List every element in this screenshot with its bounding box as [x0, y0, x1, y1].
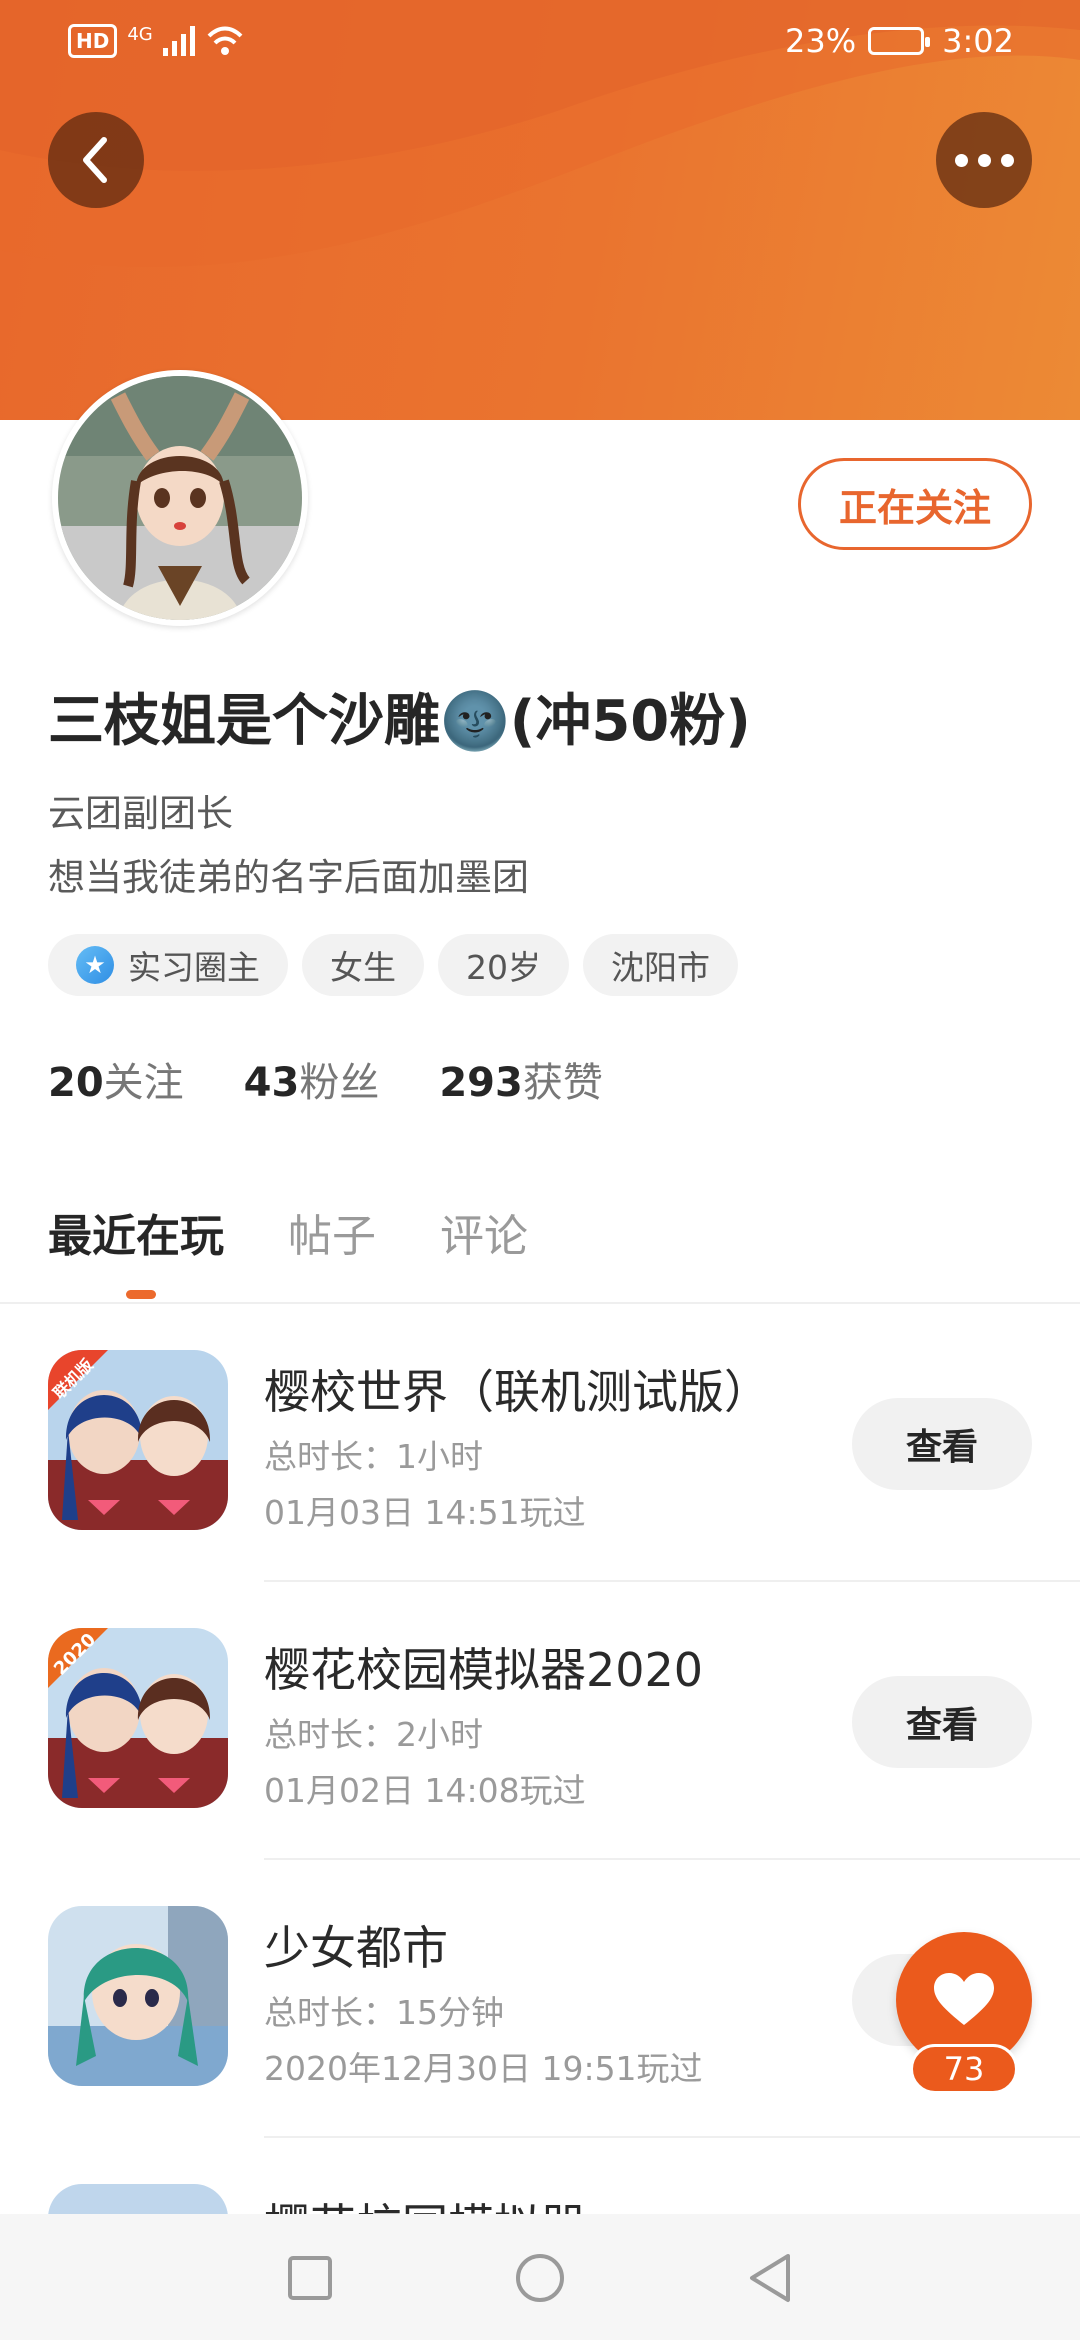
username: 三枝姐是个沙雕🌚(冲50粉)	[48, 689, 751, 754]
home-button[interactable]	[512, 2250, 568, 2306]
network-type: 4G	[127, 23, 153, 45]
game-icon: 联机版	[48, 1350, 228, 1530]
game-last-played: 01月02日 14:08玩过	[264, 1771, 586, 1810]
bio-line-1: 云团副团长	[48, 792, 233, 835]
game-duration: 总时长：2小时	[264, 1715, 483, 1754]
tag-label: 实习圈主	[128, 948, 260, 987]
back-button[interactable]	[48, 112, 144, 208]
hd-indicator: HD	[68, 24, 118, 58]
view-button[interactable]: 查看	[852, 1676, 1032, 1768]
list-item[interactable]: 联机版 樱校世界（联机测试版） 总时长：1小时 01月03日 14:51玩过 查…	[0, 1304, 1080, 1582]
game-title: 樱校世界（联机测试版）	[264, 1365, 770, 1419]
tag-label: 20岁	[466, 948, 541, 987]
chevron-left-icon	[83, 137, 107, 183]
stat-followers[interactable]: 43粉丝	[244, 1050, 380, 1108]
profile-tags: ★ 实习圈主 女生 20岁 沈阳市	[48, 934, 738, 996]
signal-icon	[162, 26, 195, 56]
avatar[interactable]	[52, 370, 308, 626]
game-icon: 2020	[48, 1628, 228, 1808]
game-last-played: 2020年12月30日 19:51玩过	[264, 2049, 703, 2088]
stat-following[interactable]: 20关注	[48, 1050, 184, 1108]
battery-percent: 23%	[785, 22, 857, 60]
list-item[interactable]: 2020 樱花校园模拟器2020 总时长：2小时 01月02日 14:08玩过 …	[0, 1582, 1080, 1860]
triangle-back-icon	[750, 2254, 790, 2302]
game-title: 少女都市	[264, 1921, 448, 1975]
tab-comments[interactable]: 评论	[440, 1200, 528, 1264]
stat-likes[interactable]: 293获赞	[439, 1050, 603, 1108]
profile-tabs: 最近在玩 帖子 评论	[48, 1200, 528, 1264]
profile-stats: 20关注 43粉丝 293获赞	[48, 1050, 603, 1108]
tab-posts[interactable]: 帖子	[288, 1200, 376, 1264]
battery-icon	[868, 27, 931, 55]
game-duration: 总时长：1小时	[264, 1437, 483, 1476]
game-last-played: 01月03日 14:51玩过	[264, 1493, 586, 1532]
status-bar: HD 4G 23% 3:02	[0, 0, 1080, 90]
tag-role[interactable]: ★ 实习圈主	[48, 934, 288, 996]
system-nav-bar	[0, 2214, 1080, 2340]
recent-apps-button[interactable]	[282, 2250, 338, 2306]
square-icon	[288, 2256, 332, 2300]
tag-age: 20岁	[438, 934, 569, 996]
heart-icon	[934, 1973, 994, 2025]
tag-city: 沈阳市	[583, 934, 738, 996]
nav-back-button[interactable]	[742, 2250, 798, 2306]
more-dots-icon	[954, 153, 1014, 167]
star-badge-icon: ★	[76, 946, 114, 984]
tag-gender: 女生	[302, 934, 424, 996]
tag-label: 女生	[330, 948, 396, 987]
view-button[interactable]: 查看	[852, 1398, 1032, 1490]
like-count: 73	[910, 2044, 1018, 2094]
game-icon	[48, 1906, 228, 2086]
tag-label: 沈阳市	[611, 948, 710, 987]
clock-time: 3:02	[942, 22, 1014, 60]
wifi-icon	[207, 26, 243, 55]
tab-indicator	[126, 1290, 156, 1299]
bio-line-2: 想当我徒弟的名字后面加墨团	[48, 856, 529, 899]
more-button[interactable]	[936, 112, 1032, 208]
tab-recent-games[interactable]: 最近在玩	[48, 1200, 224, 1264]
circle-icon	[516, 2254, 564, 2302]
bio: 云团副团长 想当我徒弟的名字后面加墨团	[48, 782, 529, 910]
game-duration: 总时长：15分钟	[264, 1993, 504, 2032]
following-button[interactable]: 正在关注	[798, 458, 1032, 550]
game-title: 樱花校园模拟器2020	[264, 1643, 704, 1697]
